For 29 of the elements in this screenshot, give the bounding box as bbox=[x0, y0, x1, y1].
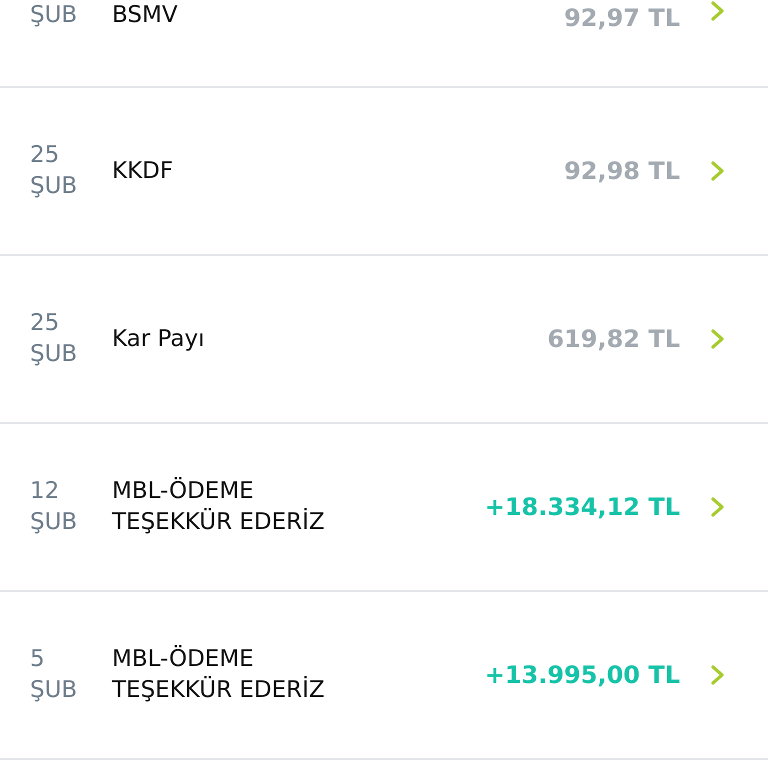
date-day: 5 bbox=[30, 644, 112, 675]
date-month: ŞUB bbox=[30, 1, 78, 30]
transaction-title: BSMV bbox=[112, 1, 179, 30]
date-day: 25 bbox=[30, 308, 112, 339]
transaction-amount: 92,98 TL bbox=[564, 156, 680, 187]
transaction-title: MBL-ÖDEME TEŞEKKÜR EDERİZ bbox=[112, 644, 326, 705]
date-month: ŞUB bbox=[30, 676, 78, 705]
chevron-right-icon bbox=[710, 0, 726, 22]
transaction-row[interactable]: ŞUB BSMV 92,97 TL bbox=[0, 0, 768, 88]
date-day: 25 bbox=[30, 140, 112, 171]
transaction-amount: +13.995,00 TL bbox=[484, 660, 680, 691]
transaction-row[interactable]: 12 ŞUB MBL-ÖDEME TEŞEKKÜR EDERİZ +18.334,12 TL bbox=[0, 424, 768, 592]
transaction-amount: +18.334,12 TL bbox=[484, 492, 680, 523]
date-month: ŞUB bbox=[30, 340, 78, 369]
chevron-right-icon bbox=[710, 328, 726, 350]
transaction-title: MBL-ÖDEME TEŞEKKÜR EDERİZ bbox=[112, 476, 326, 537]
transaction-title: Kar Payı bbox=[112, 324, 206, 354]
chevron-right-icon bbox=[710, 160, 726, 182]
transaction-row[interactable]: 25 ŞUB KKDF 92,98 TL bbox=[0, 88, 768, 256]
date-month: ŞUB bbox=[30, 172, 78, 201]
transaction-row[interactable]: 5 ŞUB MBL-ÖDEME TEŞEKKÜR EDERİZ +13.995,00 TL bbox=[0, 592, 768, 760]
transaction-amount: 619,82 TL bbox=[547, 324, 680, 355]
transaction-row[interactable]: 25 ŞUB Kar Payı 619,82 TL bbox=[0, 256, 768, 424]
transaction-amount: 92,97 TL bbox=[564, 3, 680, 34]
date-month: ŞUB bbox=[30, 508, 78, 537]
transaction-title: KKDF bbox=[112, 156, 174, 186]
chevron-right-icon bbox=[710, 664, 726, 686]
chevron-right-icon bbox=[710, 496, 726, 518]
date-day: 12 bbox=[30, 476, 112, 507]
